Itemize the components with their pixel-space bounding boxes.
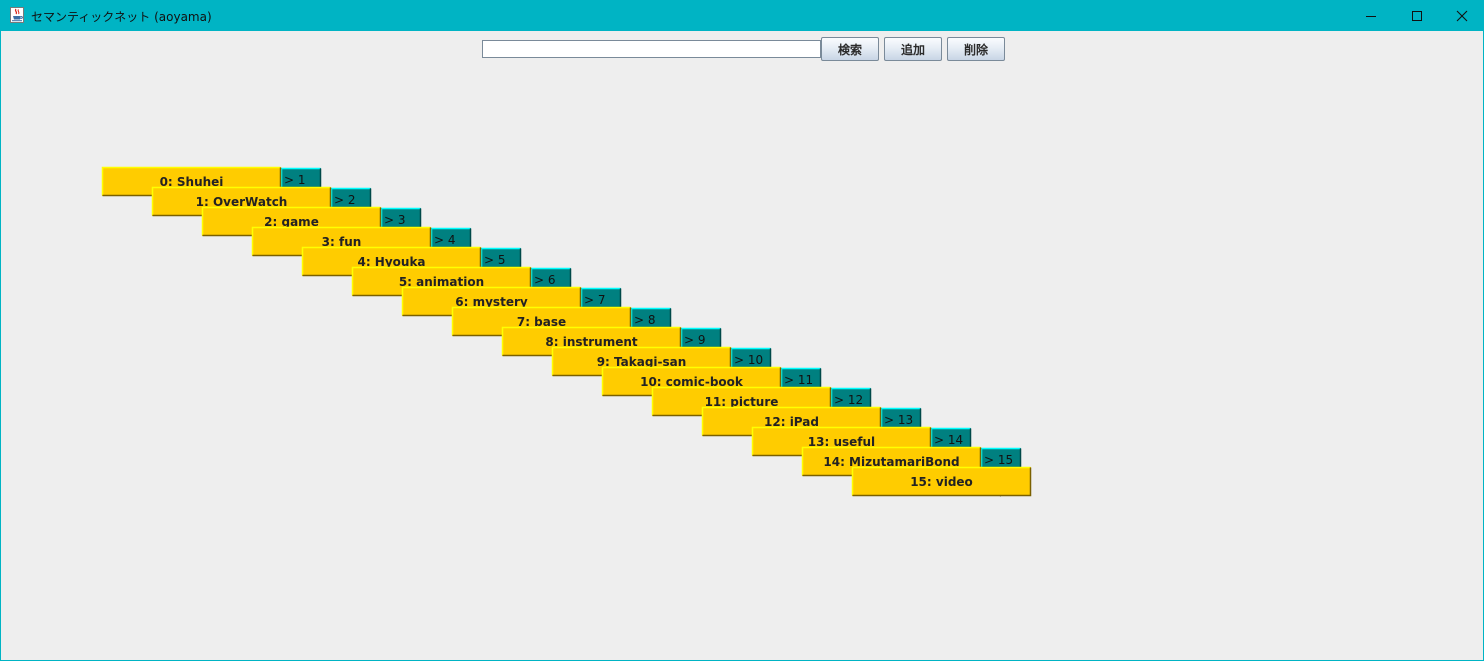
node-layer: 0: Shuhei1: OverWatch2: game3: fun4: Hyo… (101, 166, 1032, 497)
edge-label: > 14 (934, 433, 963, 447)
maximize-button[interactable] (1394, 0, 1440, 31)
edge-box[interactable]: > 5 (480, 247, 522, 269)
edge-box[interactable]: > 13 (880, 407, 922, 429)
edge-label: > 7 (584, 293, 606, 307)
maximize-icon (1412, 10, 1422, 21)
edge-label: > 1 (284, 173, 306, 187)
edge-label: > 2 (334, 193, 356, 207)
minimize-button[interactable] (1348, 0, 1394, 31)
edge-box[interactable]: > 1 (280, 167, 322, 189)
edge-label: > 3 (384, 213, 406, 227)
edge-label: > 4 (434, 233, 456, 247)
edge-box[interactable]: > 2 (330, 187, 372, 209)
graph-canvas[interactable]: > 1 > 2 > 3 > 4 > 5 > 6 > 7 > 8 > 9 > 10 > 11 > 12 >… (1, 31, 1484, 661)
close-button[interactable] (1439, 0, 1484, 31)
title-bar[interactable]: セマンティックネット (aoyama) (1, 0, 1484, 31)
edge-box[interactable]: > 11 (780, 367, 822, 389)
java-cup-icon (10, 7, 24, 23)
node-box[interactable]: 15: video (851, 466, 1032, 497)
edge-label: > 12 (834, 393, 863, 407)
edge-box[interactable]: > 8 (630, 307, 672, 329)
edge-label: > 10 (734, 353, 763, 367)
app-window: セマンティックネット (aoyama) 検索 追加 削除 > 1 > 2 > 3 > … (0, 0, 1484, 661)
edge-box[interactable]: > 4 (430, 227, 472, 249)
edge-box[interactable]: > 7 (580, 287, 622, 309)
edge-label: > 11 (784, 373, 813, 387)
window-title: セマンティックネット (aoyama) (31, 10, 212, 24)
edge-box[interactable]: > 3 (380, 207, 422, 229)
edge-box[interactable]: > 6 (530, 267, 572, 289)
edge-label: > 5 (484, 253, 506, 267)
edge-label: > 9 (684, 333, 706, 347)
edge-label: > 8 (634, 313, 656, 327)
edge-box[interactable]: > 14 (930, 427, 972, 449)
close-icon (1456, 10, 1468, 21)
edge-label: > 15 (984, 453, 1013, 467)
edge-label: > 6 (534, 273, 556, 287)
edge-label: > 13 (884, 413, 913, 427)
minimize-icon (1366, 15, 1376, 17)
edge-box[interactable]: > 10 (730, 347, 772, 369)
edge-box[interactable]: > 9 (680, 327, 722, 349)
node-label: 15: video (910, 475, 973, 489)
edge-box[interactable]: > 15 (980, 447, 1022, 469)
edge-box[interactable]: > 12 (830, 387, 872, 409)
